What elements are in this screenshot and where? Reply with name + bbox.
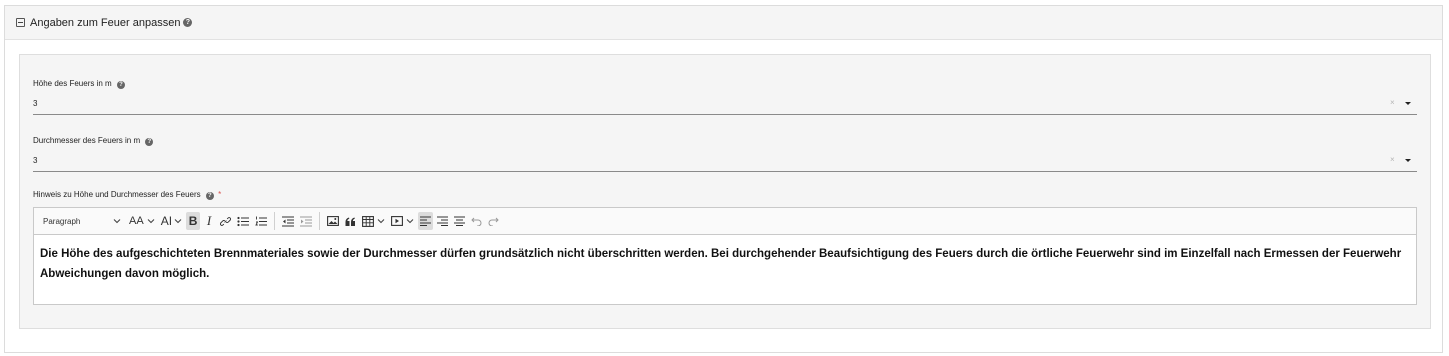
bulleted-list-icon: [237, 216, 250, 226]
font-size-icon: AA: [129, 215, 144, 227]
hoehe-label-text: Höhe des Feuers in m: [33, 79, 112, 88]
redo-icon: [488, 217, 499, 226]
indent-button[interactable]: [298, 212, 314, 230]
chevron-down-icon: [406, 219, 414, 224]
align-right-icon: [437, 216, 449, 226]
panel-header[interactable]: Angaben zum Feuer anpassen ?: [5, 6, 1442, 40]
italic-icon: I: [206, 213, 212, 228]
insert-media-button[interactable]: [389, 212, 416, 230]
hinweis-label-text: Hinweis zu Höhe und Durchmesser des Feue…: [33, 190, 201, 199]
font-size-button[interactable]: AA: [127, 212, 157, 230]
durchmesser-clear-icon[interactable]: ×: [1390, 155, 1395, 164]
fire-settings-panel: Angaben zum Feuer anpassen ? Höhe des Fe…: [4, 5, 1443, 353]
insert-image-button[interactable]: [325, 212, 341, 230]
chevron-down-icon: [113, 219, 121, 224]
chevron-down-icon: [147, 219, 155, 224]
outdent-button[interactable]: [280, 212, 296, 230]
link-button[interactable]: [218, 212, 233, 230]
durchmesser-label-text: Durchmesser des Feuers in m: [33, 136, 141, 145]
hoehe-value[interactable]: 3: [33, 99, 37, 108]
font-family-button[interactable]: AI: [159, 212, 184, 230]
hinweis-label: Hinweis zu Höhe und Durchmesser des Feue…: [33, 190, 221, 200]
font-family-icon: AI: [160, 214, 173, 228]
blockquote-button[interactable]: [343, 212, 358, 230]
panel-title: Angaben zum Feuer anpassen: [30, 16, 181, 29]
help-icon[interactable]: ?: [205, 192, 214, 200]
hoehe-clear-icon[interactable]: ×: [1390, 98, 1395, 107]
help-icon[interactable]: ?: [145, 138, 154, 146]
heading-select[interactable]: Paragraph: [43, 212, 125, 230]
durchmesser-dropdown-icon[interactable]: [1405, 159, 1411, 162]
durchmesser-value[interactable]: 3: [33, 156, 37, 165]
image-icon: [327, 216, 339, 226]
help-icon[interactable]: ?: [183, 18, 193, 27]
toolbar-separator: [319, 212, 321, 230]
align-center-icon: [454, 216, 466, 226]
rich-text-editor: Paragraph AA AI B I Die Höhe des aufgesc…: [33, 207, 1417, 305]
align-left-button[interactable]: [418, 212, 434, 230]
indent-icon: [300, 215, 313, 227]
quote-icon: [345, 217, 356, 226]
chevron-down-icon: [377, 219, 385, 224]
hoehe-underline: [33, 114, 1417, 115]
collapse-icon[interactable]: [16, 18, 25, 27]
align-center-button[interactable]: [452, 212, 467, 230]
insert-table-button[interactable]: [360, 212, 387, 230]
bulleted-list-button[interactable]: [235, 212, 251, 230]
outdent-icon: [282, 215, 295, 227]
undo-icon: [471, 217, 482, 226]
durchmesser-label: Durchmesser des Feuers in m ?: [33, 136, 154, 146]
table-icon: [362, 215, 374, 227]
heading-select-label: Paragraph: [43, 216, 81, 226]
media-icon: [391, 216, 403, 226]
redo-button[interactable]: [486, 212, 501, 230]
help-icon[interactable]: ?: [116, 81, 125, 89]
link-icon: [220, 216, 232, 226]
align-left-icon: [420, 216, 432, 226]
bold-icon: B: [188, 214, 198, 228]
hoehe-label: Höhe des Feuers in m ?: [33, 79, 125, 89]
editor-content[interactable]: Die Höhe des aufgeschichteten Brennmater…: [34, 235, 1416, 284]
fields-container: Höhe des Feuers in m ? 3 × Durchmesser d…: [19, 54, 1431, 329]
durchmesser-underline: [33, 171, 1417, 172]
editor-toolbar: Paragraph AA AI B I: [34, 208, 1416, 235]
italic-button[interactable]: I: [202, 212, 216, 230]
hoehe-dropdown-icon[interactable]: [1405, 102, 1411, 105]
align-right-button[interactable]: [435, 212, 450, 230]
bold-button[interactable]: B: [186, 212, 201, 230]
required-marker: *: [218, 190, 222, 199]
toolbar-separator: [274, 212, 276, 230]
numbered-list-icon: [255, 216, 268, 226]
undo-button[interactable]: [469, 212, 484, 230]
chevron-down-icon: [174, 219, 182, 224]
numbered-list-button[interactable]: [253, 212, 269, 230]
